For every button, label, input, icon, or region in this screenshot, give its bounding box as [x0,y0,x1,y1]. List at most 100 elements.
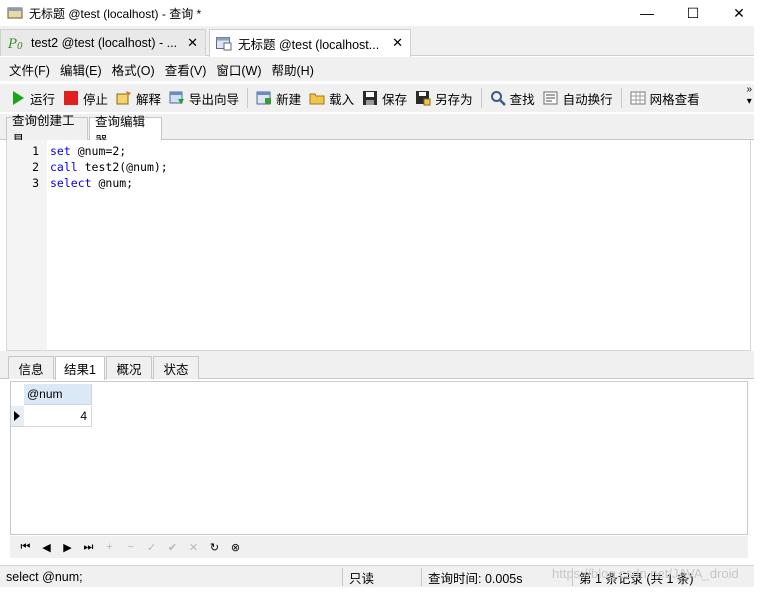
add-record-button[interactable]: + [99,538,120,556]
save-as-icon [416,91,431,106]
word-wrap-button[interactable]: 自动换行 [539,86,617,110]
sql-keyword: set [50,144,71,158]
menu-file[interactable]: 文件(F) [4,60,55,79]
line-number-gutter: 1 2 3 [7,140,47,350]
stop-icon [64,91,79,105]
menu-format[interactable]: 格式(O) [107,60,160,79]
doc-tab-untitled-query[interactable]: 无标题 @test (localhost... ✕ [209,29,411,57]
load-label: 载入 [329,92,355,107]
search-icon [490,91,506,106]
apply-changes-button[interactable]: ✔ [162,538,183,556]
first-record-button[interactable]: ⏮ [15,538,36,556]
table-cell[interactable]: 4 [24,406,92,427]
stop-loading-button[interactable]: ⊗ [225,538,246,556]
find-label: 查找 [509,92,535,107]
new-button[interactable]: 新建 [252,86,305,110]
tab-query-builder[interactable]: 查询创建工具 [6,114,88,147]
menu-help[interactable]: 帮助(H) [267,60,319,79]
navicat-app-icon [7,7,23,19]
grid-view-button[interactable]: 网格查看 [626,86,704,110]
toolbar-overflow-chevron-icon[interactable]: » ▾ [746,84,752,108]
menu-window[interactable]: 窗口(W) [211,60,266,79]
tab-status[interactable]: 状态 [153,356,199,379]
cancel-changes-button[interactable]: ✕ [183,538,204,556]
explain-label: 解释 [136,92,162,107]
svg-text:P: P [7,37,17,51]
new-label: 新建 [276,92,302,107]
svg-text:0: 0 [17,42,23,51]
code-line: select @num; [50,176,133,190]
doc-tab-label: test2 @test (localhost) - ... [31,36,178,50]
tab-info[interactable]: 信息 [8,356,54,379]
prev-record-button[interactable]: ◀ [36,538,57,556]
line-number: 1 [32,144,39,158]
tab-close-icon[interactable]: ✕ [392,35,403,51]
line-number: 3 [32,176,39,190]
close-window-button[interactable]: ✕ [716,0,762,26]
explain-button[interactable]: 解释 [112,86,165,110]
delete-record-button[interactable]: − [120,538,141,556]
window-title: 无标题 @test (localhost) - 查询 * [29,6,202,21]
minimize-button[interactable]: — [624,0,670,26]
grid-icon [630,91,646,105]
find-button[interactable]: 查找 [486,86,539,110]
result-tabs: 信息 结果1 概况 状态 [0,355,762,380]
doc-tab-test2[interactable]: P 0 test2 @test (localhost) - ... ✕ [0,29,206,56]
stop-button[interactable]: 停止 [59,86,112,110]
toolbar-separator [620,88,622,108]
menu-bar: 文件(F) 编辑(E) 格式(O) 查看(V) 窗口(W) 帮助(H) [0,57,762,81]
sql-keyword: call [50,160,78,174]
sql-keyword: select [50,176,92,190]
window-controls: — ☐ ✕ [624,0,762,26]
run-button[interactable]: 运行 [6,86,59,110]
save-label: 保存 [382,92,408,107]
save-as-button[interactable]: 另存为 [411,86,477,110]
status-query-text: select @num; [6,570,83,584]
next-record-button[interactable]: ▶ [57,538,78,556]
blog-watermark: https://blog.csdn.net/JAVA_droid [552,566,739,581]
current-row-arrow-icon [14,411,20,421]
doc-tab-label: 无标题 @test (localhost... [238,38,380,52]
last-record-button[interactable]: ⏭ [78,538,99,556]
menu-edit[interactable]: 编辑(E) [55,60,107,79]
word-wrap-icon [543,91,558,105]
query-icon [216,36,232,50]
sql-text: @num=2; [70,144,127,158]
run-label: 运行 [30,92,56,107]
sql-text: @num; [91,176,134,190]
folder-icon [309,93,325,105]
toolbar-separator [480,88,482,108]
tab-profile[interactable]: 概况 [106,356,152,379]
column-header-num[interactable]: @num [24,384,92,405]
code-line: set @num=2; [50,144,126,158]
tab-close-icon[interactable]: ✕ [187,35,198,51]
save-button[interactable]: 保存 [358,86,411,110]
sql-editor[interactable]: 1 2 3 set @num=2; call test2(@num); sele… [6,140,751,351]
export-icon [169,91,185,104]
row-indicator[interactable] [11,406,24,427]
word-wrap-label: 自动换行 [562,92,613,107]
title-bar: 无标题 @test (localhost) - 查询 * — ☐ ✕ [0,0,762,26]
menu-view[interactable]: 查看(V) [160,60,212,79]
refresh-button[interactable]: ↻ [204,538,225,556]
load-button[interactable]: 载入 [305,86,358,110]
tab-query-editor[interactable]: 查询编辑器 [89,115,162,148]
play-icon [13,91,24,105]
maximize-button[interactable]: ☐ [670,0,716,26]
status-query-time: 查询时间: 0.005s [428,571,523,586]
tab-result-1[interactable]: 结果1 [55,356,105,380]
code-line: call test2(@num); [50,160,168,174]
edit-record-button[interactable]: ✓ [141,538,162,556]
new-query-icon [256,91,272,105]
export-wizard-button[interactable]: 导出向导 [165,86,243,110]
sql-text: test2(@num); [77,160,168,174]
toolbar-separator [247,88,249,108]
grid-view-label: 网格查看 [649,92,700,107]
result-grid[interactable]: @num 4 [10,381,748,535]
record-navigation-bar: ⏮ ◀ ▶ ⏭ + − ✓ ✔ ✕ ↻ ⊗ [10,536,748,558]
explain-icon [116,91,132,105]
line-number: 2 [32,160,39,174]
stop-label: 停止 [83,92,109,107]
export-wizard-label: 导出向导 [189,92,240,107]
procedure-icon: P 0 [7,37,23,51]
